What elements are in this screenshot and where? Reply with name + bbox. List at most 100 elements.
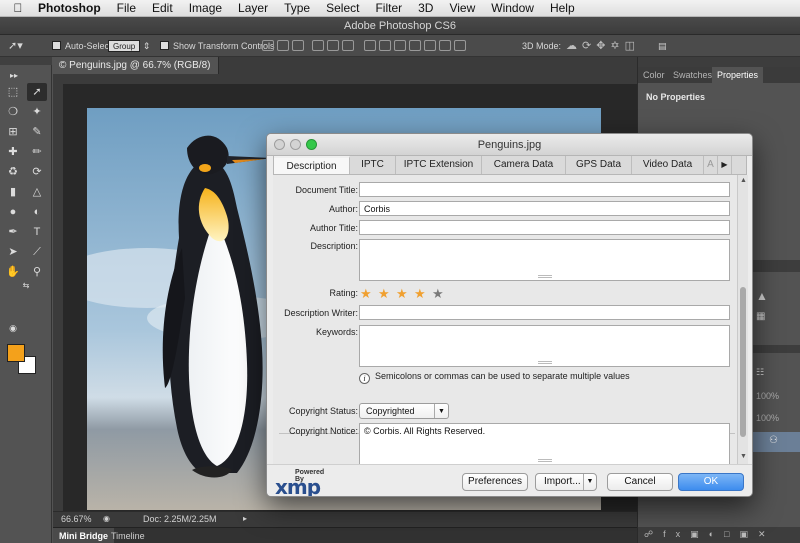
keywords-field[interactable] [359,325,730,367]
menu-filter[interactable]: Filter [367,0,410,17]
pen-tool-icon[interactable]: ✒ [3,223,23,241]
document-tab[interactable]: © Penguins.jpg @ 66.7% (RGB/8) [53,57,219,74]
menu-window[interactable]: Window [483,0,542,17]
tab-video-data[interactable]: Video Data [632,156,704,174]
align-top-icon[interactable] [262,40,274,51]
dialog-titlebar[interactable]: Penguins.jpg [267,134,752,156]
menu-select[interactable]: Select [318,0,367,17]
workspace-icons[interactable]: ▤ [658,39,667,53]
magic-wand-tool-icon[interactable]: ✦ [27,103,47,121]
align-bottom-icon[interactable] [292,40,304,51]
rating-star-4-icon[interactable]: ★ [414,287,426,300]
zoom-icon[interactable] [306,139,317,150]
align-left-icon[interactable] [312,40,324,51]
foreground-color-swatch[interactable] [7,344,25,362]
zoom-level[interactable]: 66.67% [61,514,92,524]
menu-image[interactable]: Image [181,0,230,17]
paint-bucket-tool-icon[interactable]: △ [27,183,47,201]
layers-icon[interactable]: ☷ [756,367,764,378]
distribute-top-icon[interactable] [364,40,376,51]
cancel-button[interactable]: Cancel [607,473,673,491]
author-title-field[interactable] [359,220,730,235]
import-menu-chevron-icon[interactable]: ▼ [583,474,596,490]
menu-view[interactable]: View [441,0,483,17]
menu-help[interactable]: Help [542,0,583,17]
tab-overflow[interactable]: A [704,156,718,174]
document-title-field[interactable] [359,182,730,197]
close-icon[interactable] [274,139,285,150]
tab-description[interactable]: Description [274,156,350,174]
brush-tool-icon[interactable]: ✏ [27,143,47,161]
description-field[interactable] [359,239,730,281]
auto-align-icon[interactable] [454,40,466,51]
menu-type[interactable]: Type [276,0,318,17]
layer-action-icons[interactable]: ☍fx▣◐□▣✕ [644,529,776,540]
move-tool-icon[interactable]: ➚▾ [8,39,23,53]
scroll-up-icon[interactable]: ▲ [740,177,747,184]
tab-gps-data[interactable]: GPS Data [566,156,632,174]
layer-opacity[interactable]: 100% [756,391,779,401]
menu-layer[interactable]: Layer [230,0,276,17]
auto-select-dropdown[interactable]: Group ⇕ [108,39,150,53]
rating-star-2-icon[interactable]: ★ [378,287,390,300]
resize-grip-icon[interactable] [537,361,552,364]
form-scrollbar[interactable]: ▲ ▼ [737,175,748,464]
swap-colors-icon[interactable]: ⇆ [3,277,49,295]
layer-fill[interactable]: 100% [756,413,779,423]
auto-select-checkbox[interactable]: Auto-Select: [52,39,114,53]
toolbox-handle[interactable] [0,57,52,65]
lasso-tool-icon[interactable]: ❍ [3,103,23,121]
eraser-tool-icon[interactable]: ▮ [3,183,23,201]
eyedropper-tool-icon[interactable]: ✎ [27,123,47,141]
tab-properties[interactable]: Properties [712,67,764,83]
path-selection-tool-icon[interactable]: ➤ [3,243,23,261]
distribute-left-icon[interactable] [409,40,421,51]
resize-grip-icon[interactable] [537,275,552,278]
menu-edit[interactable]: Edit [144,0,181,17]
tab-camera-data[interactable]: Camera Data [482,156,566,174]
distribute-bottom-icon[interactable] [394,40,406,51]
move-tool-icon[interactable]: ➚ [27,83,47,101]
copyright-status-select[interactable]: Copyrighted ▼ [359,403,449,419]
tab-iptc-extension[interactable]: IPTC Extension [396,156,482,174]
history-brush-tool-icon[interactable]: ⟳ [27,163,47,181]
healing-brush-tool-icon[interactable]: ✚ [3,143,23,161]
rating-star-5-icon[interactable]: ★ [432,287,444,300]
tab-iptc[interactable]: IPTC [350,156,396,174]
apple-icon[interactable]:  [6,1,30,15]
tab-scroll-right-icon[interactable]: ▶ [718,156,732,174]
distribute-vcenter-icon[interactable] [379,40,391,51]
menu-app-photoshop[interactable]: Photoshop [30,0,109,17]
adjustment-icon[interactable]: ▲ [756,289,768,303]
show-transform-checkbox[interactable]: Show Transform Controls [160,39,275,53]
distribute-hcenter-icon[interactable] [424,40,436,51]
scroll-down-icon[interactable]: ▼ [740,453,747,460]
screen-mode-icon[interactable] [3,325,23,343]
copyright-notice-field[interactable]: © Corbis. All Rights Reserved. [359,423,730,465]
distribute-right-icon[interactable] [439,40,451,51]
rating-star-3-icon[interactable]: ★ [396,287,408,300]
preferences-button[interactable]: Preferences [462,473,528,491]
menu-3d[interactable]: 3D [410,0,441,17]
line-tool-icon[interactable]: ⟋ [27,243,47,261]
scrollbar-thumb[interactable] [740,287,746,437]
align-vcenter-icon[interactable] [277,40,289,51]
crop-tool-icon[interactable]: ⊞ [3,123,23,141]
menu-file[interactable]: File [109,0,144,17]
status-menu-arrow-icon[interactable]: ▸ [243,514,247,523]
tab-color[interactable]: Color [638,67,670,83]
blur-tool-icon[interactable]: ● [3,203,23,221]
minimize-icon[interactable] [290,139,301,150]
tab-timeline[interactable]: Timeline [105,528,151,543]
3d-mode-icons[interactable]: ☁⟳✥✡◫ [566,39,640,53]
dodge-tool-icon[interactable]: ◐ [27,203,47,221]
ok-button[interactable]: OK [678,473,744,491]
rating-star-1-icon[interactable]: ★ [360,287,372,300]
author-field[interactable]: Corbis [359,201,730,216]
selected-layer-row[interactable]: ⚇ [750,432,800,452]
import-button[interactable]: Import... ▼ [535,473,597,491]
description-writer-field[interactable] [359,305,730,320]
align-hcenter-icon[interactable] [327,40,339,51]
align-right-icon[interactable] [342,40,354,51]
tab-swatches[interactable]: Swatches [668,67,717,83]
